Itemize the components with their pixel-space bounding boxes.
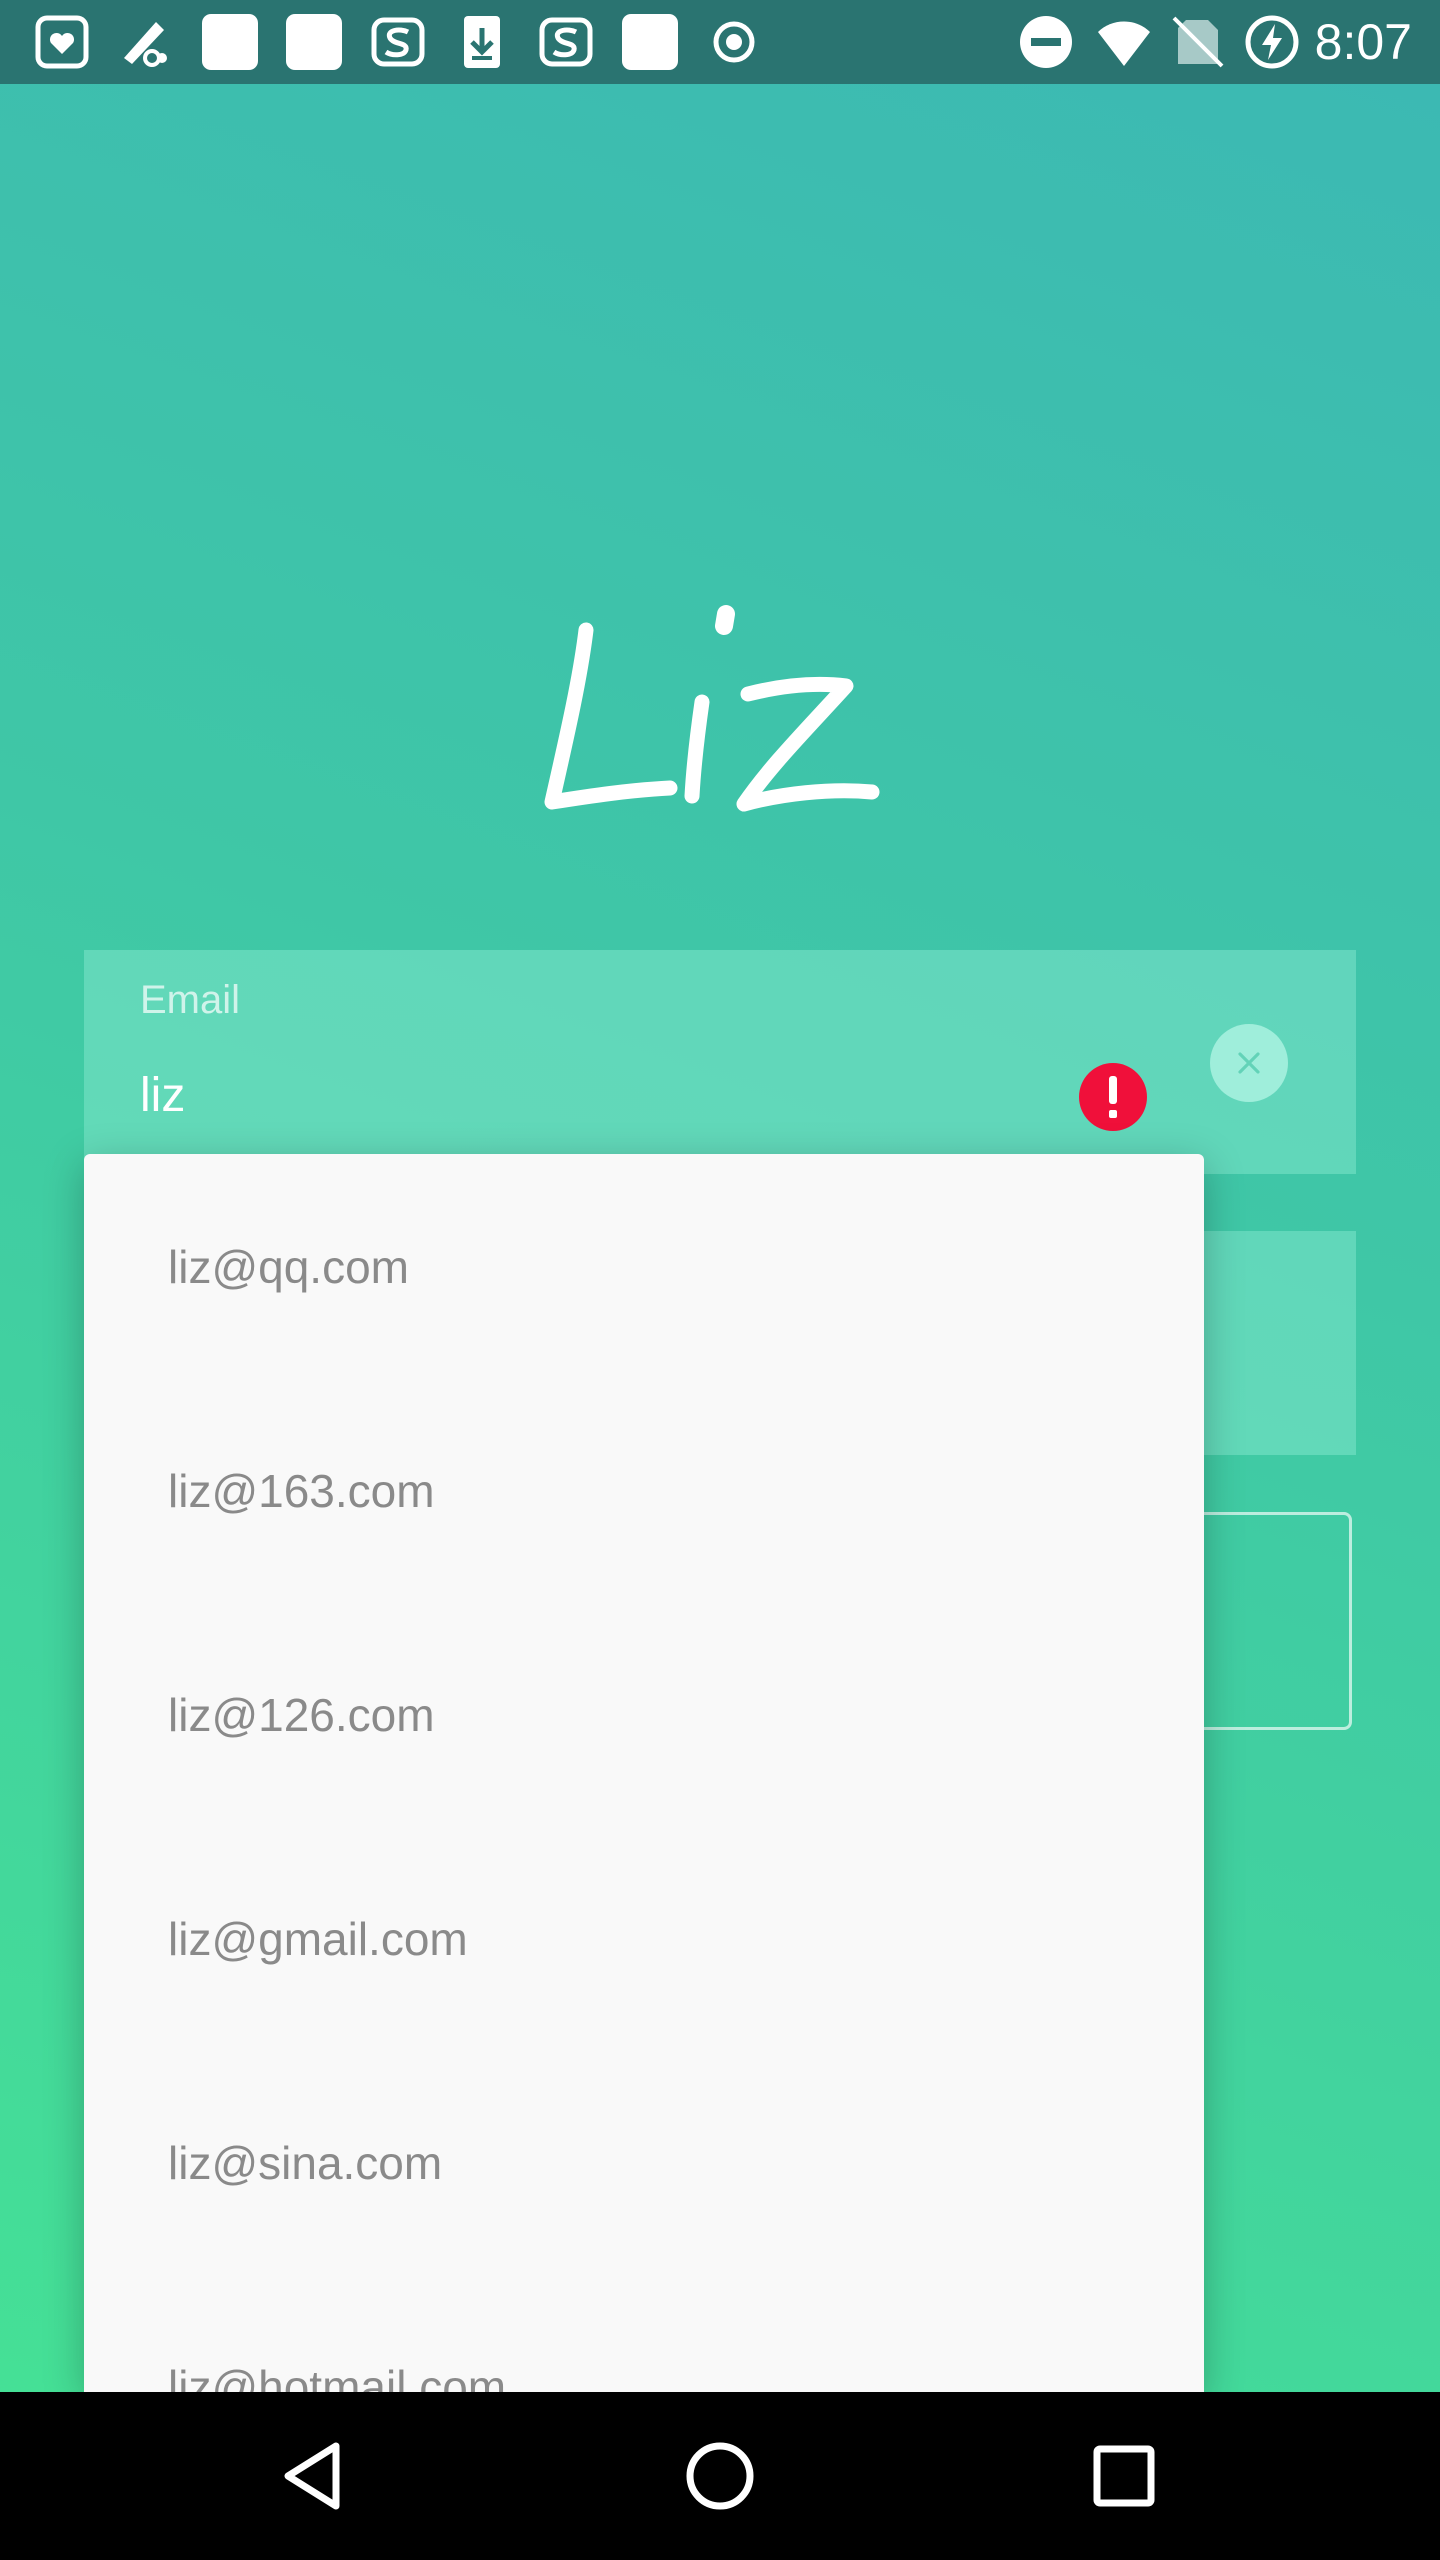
home-circle-icon [686, 2442, 754, 2510]
recents-button[interactable] [1074, 2426, 1174, 2526]
liz-logo [544, 605, 880, 812]
record-icon [706, 14, 762, 70]
no-sim-icon [1170, 14, 1226, 70]
do-not-disturb-icon [1018, 14, 1074, 70]
back-triangle-icon [284, 2442, 340, 2510]
suggestion-item[interactable]: liz@126.com [168, 1688, 435, 1742]
email-field-input[interactable]: liz [140, 1068, 185, 1123]
status-time: 8:07 [1314, 14, 1412, 70]
shield-heart-icon [34, 14, 90, 70]
suggestion-item[interactable]: liz@sina.com [168, 2136, 442, 2190]
navigation-bar [0, 2392, 1440, 2560]
s-app-icon [538, 14, 594, 70]
status-bar: 8:07 [0, 0, 1440, 84]
suggestion-item[interactable]: liz@hotmail.com [168, 2360, 506, 2392]
home-button[interactable] [670, 2426, 770, 2526]
download-icon [454, 14, 510, 70]
suggestion-item[interactable]: liz@163.com [168, 1464, 435, 1518]
email-field-label: Email [140, 978, 241, 1022]
email-suggestions-dropdown: liz@qq.com liz@163.com liz@126.com liz@g… [84, 1154, 1204, 2392]
clear-email-button[interactable] [1210, 1024, 1288, 1102]
suggestion-item[interactable]: liz@gmail.com [168, 1912, 468, 1966]
suggestion-item[interactable]: liz@qq.com [168, 1240, 409, 1294]
downloader-icon [116, 14, 172, 70]
blank-app-icon [286, 14, 342, 70]
wifi-icon [1096, 14, 1152, 70]
recents-square-icon [1093, 2445, 1155, 2507]
blank-app-icon [202, 14, 258, 70]
close-icon [1238, 1052, 1260, 1074]
error-alert-icon [1079, 1063, 1147, 1131]
back-button[interactable] [266, 2426, 366, 2526]
s-app-icon [370, 14, 426, 70]
blank-app-icon [622, 14, 678, 70]
battery-charging-icon [1244, 14, 1300, 70]
app-screen: 8:07 Email liz liz@qq.com liz@163.com li… [0, 0, 1440, 2392]
email-field-card[interactable]: Email liz [84, 950, 1356, 1174]
